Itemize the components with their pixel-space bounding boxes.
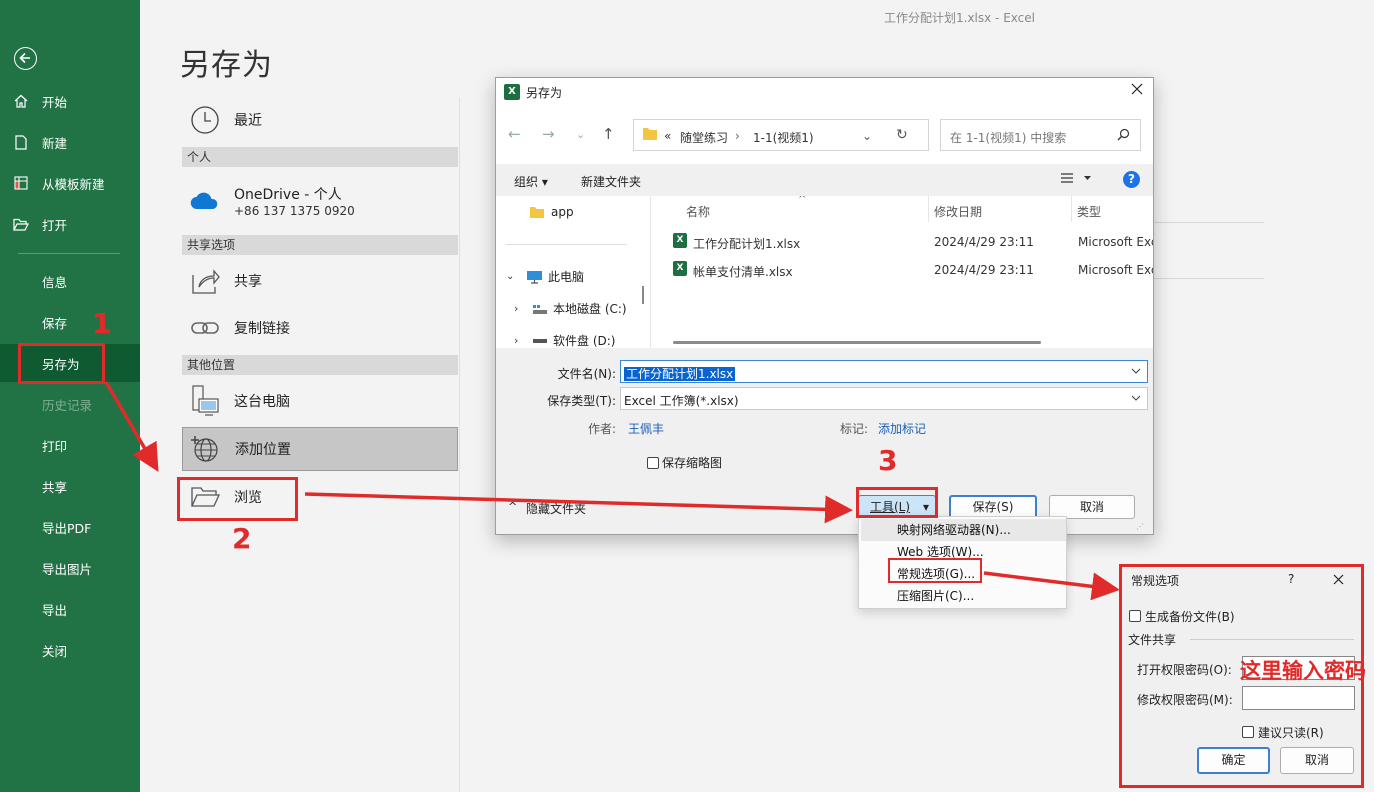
arrow-browse-to-tools — [304, 492, 853, 524]
arrow-step1-to-step2 — [104, 381, 159, 473]
arrow-options-to-dialog — [983, 571, 1120, 601]
annotation-arrows — [104, 381, 1120, 601]
